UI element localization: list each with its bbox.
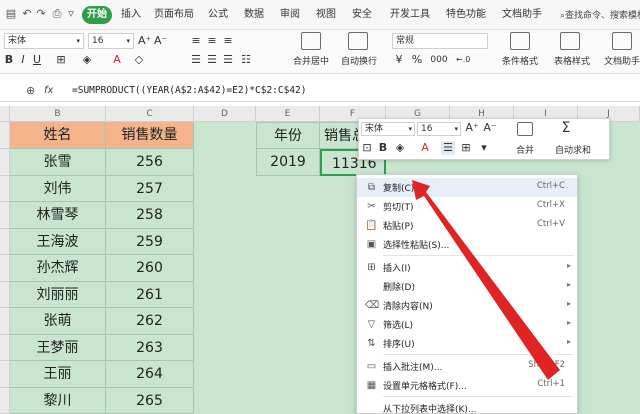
red-arrow-annotation <box>412 180 560 380</box>
arrow-shape <box>412 180 560 380</box>
